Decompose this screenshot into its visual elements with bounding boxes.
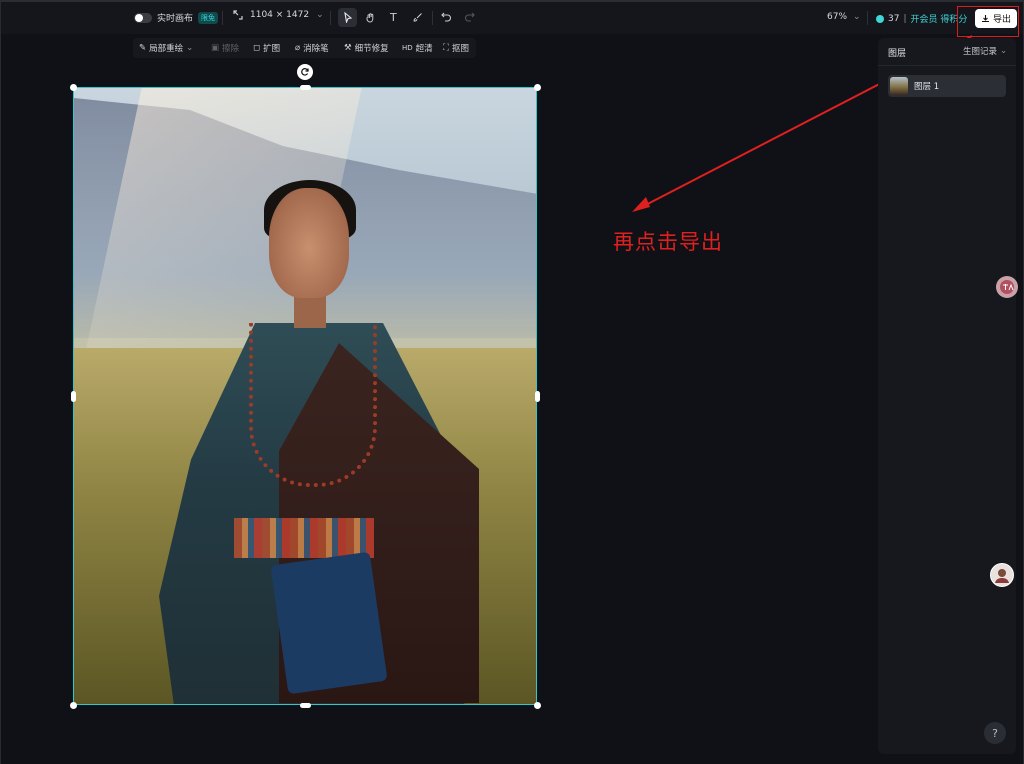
cursor-icon (343, 12, 352, 23)
chevron-down-icon: ⌄ (853, 12, 861, 22)
live-canvas-label: 实时画布 (157, 14, 194, 24)
cutout-label: 抠图 (451, 44, 469, 54)
wand-icon: ✎ (139, 43, 147, 53)
detail-repair-label: 细节修复 (354, 44, 389, 54)
divider (867, 11, 868, 25)
resize-handle-top[interactable] (300, 85, 311, 90)
expand-tool[interactable]: ◻ 扩图 (253, 42, 280, 54)
layer-item[interactable]: 图层 1 (888, 75, 1006, 97)
zoom-selector[interactable]: 67% ⌄ (827, 12, 861, 22)
erase-tool[interactable]: ▣ 擦除 (211, 42, 239, 54)
history-label: 生图记录 (963, 47, 998, 57)
divider (330, 11, 331, 25)
credits-area[interactable]: 37 | 开会员 得积分 (876, 12, 967, 25)
erase-icon: ▣ (211, 43, 220, 53)
select-tool-button[interactable] (338, 8, 357, 27)
divider-slash: | (903, 13, 907, 24)
chevron-down-icon: ⌄ (316, 10, 324, 20)
image-figure-face (269, 188, 349, 298)
inpaint-tool[interactable]: ✎ 局部重绘 ⌄ (139, 42, 193, 54)
floating-assistant-button[interactable] (996, 276, 1018, 298)
image-figure-sash (234, 518, 374, 558)
user-avatar[interactable] (990, 563, 1014, 587)
layers-panel: 图层 生图记录 ⌄ 图层 1 (878, 38, 1016, 754)
brush-icon (413, 13, 422, 22)
brush-tool-button[interactable] (413, 12, 423, 22)
resize-handle-right[interactable] (535, 391, 540, 402)
divider (432, 11, 433, 25)
image-figure-sleeve (270, 551, 388, 695)
resize-handle-left[interactable] (71, 391, 76, 402)
resize-handle-top-right[interactable] (534, 84, 541, 91)
translate-icon (1000, 280, 1014, 294)
resize-handle-bottom-left[interactable] (70, 702, 77, 709)
layer-thumbnail (890, 77, 908, 95)
live-canvas-toggle[interactable] (134, 12, 152, 23)
repair-icon: ⚒ (344, 43, 352, 53)
redo-icon (465, 12, 475, 22)
canvas-size-text: 1104 × 1472 (250, 10, 310, 20)
redo-button[interactable] (464, 11, 475, 22)
image-figure-necklace (249, 323, 377, 487)
help-button[interactable]: ? (984, 722, 1006, 744)
free-badge: 限免 (198, 11, 219, 24)
text-icon: T (390, 11, 397, 24)
divider (222, 11, 223, 25)
hand-tool-button[interactable] (365, 12, 376, 23)
eraser-icon: ⌀ (295, 43, 301, 53)
resize-handle-bottom-right[interactable] (534, 702, 541, 709)
avatar-icon (995, 569, 1009, 583)
erase-label: 擦除 (222, 44, 240, 54)
rotate-icon (301, 68, 309, 76)
credits-count: 37 (888, 13, 900, 24)
resize-handle-bottom[interactable] (300, 703, 311, 708)
layer-name: 图层 1 (914, 82, 940, 92)
credit-coin-icon (876, 14, 884, 23)
expand-icon: ◻ (253, 43, 261, 53)
canvas-image[interactable] (73, 87, 537, 705)
hd-icon: HD (402, 44, 413, 52)
canvas-size-selector[interactable]: 1104 × 1472 ⌄ (233, 10, 324, 20)
top-toolbar: 实时画布 限免 1104 × 1472 ⌄ T 67% ⌄ 37 | 开会员 得… (0, 0, 1024, 34)
cutout-icon: ⛶ (443, 43, 449, 53)
panel-divider (878, 65, 1016, 66)
eraser-pen-tool[interactable]: ⌀ 消除笔 (295, 42, 329, 54)
layers-title: 图层 (888, 49, 907, 59)
chevron-down-icon: ⌄ (1000, 46, 1008, 56)
eraser-pen-label: 消除笔 (303, 44, 329, 54)
undo-icon (441, 12, 451, 22)
cutout-tool[interactable]: ⛶ 抠图 (443, 42, 469, 54)
edit-tools-bar: ✎ 局部重绘 ⌄ ▣ 擦除 ◻ 扩图 ⌀ 消除笔 ⚒ 细节修复 HD 超清 ⛶ … (133, 38, 476, 58)
upscale-tool[interactable]: HD 超清 (402, 42, 433, 54)
text-tool-button[interactable]: T (390, 11, 397, 24)
detail-repair-tool[interactable]: ⚒ 细节修复 (344, 42, 389, 54)
zoom-value: 67% (827, 12, 848, 22)
live-canvas-toggle-group[interactable]: 实时画布 限免 (134, 11, 219, 24)
chevron-down-icon: ⌄ (186, 43, 194, 53)
resize-icon (233, 10, 243, 20)
rotate-handle[interactable] (297, 64, 313, 80)
history-dropdown[interactable]: 生图记录 ⌄ (963, 45, 1007, 57)
undo-button[interactable] (441, 11, 452, 22)
inpaint-label: 局部重绘 (149, 44, 184, 54)
annotation-text: 再点击导出 (613, 230, 723, 254)
upscale-label: 超清 (415, 44, 433, 54)
expand-label: 扩图 (263, 44, 281, 54)
hand-icon (366, 13, 374, 23)
resize-handle-top-left[interactable] (70, 84, 77, 91)
